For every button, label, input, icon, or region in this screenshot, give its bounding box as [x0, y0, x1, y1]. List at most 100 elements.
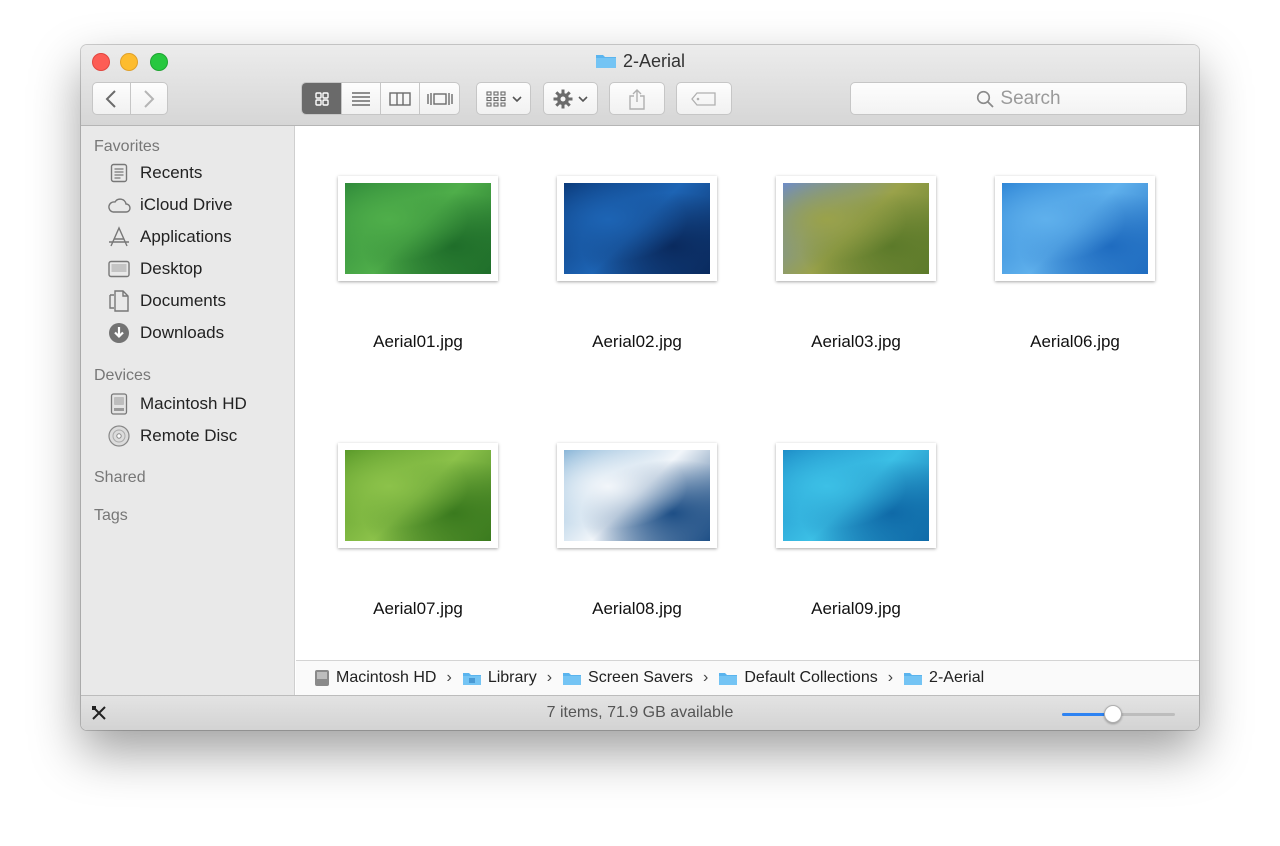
- desktop-icon: [107, 257, 131, 281]
- column-view-icon: [389, 91, 411, 106]
- share-button[interactable]: [609, 82, 665, 115]
- documents-icon: [107, 289, 131, 313]
- sidebar-item-label: iCloud Drive: [140, 195, 233, 214]
- cover-flow-view-icon: [426, 92, 453, 105]
- sidebar-heading-favorites: Favorites: [94, 138, 160, 155]
- window-title-text: 2-Aerial: [622, 51, 686, 71]
- path-item-label: Default Collections: [744, 669, 878, 686]
- path-item-label: Screen Savers: [588, 669, 693, 686]
- path-item-label: Library: [487, 669, 537, 686]
- file-name: Aerial07.jpg: [373, 599, 463, 618]
- titlebar: 2-Aerial Search: [81, 45, 1199, 126]
- sidebar-item-desktop[interactable]: Desktop: [107, 255, 202, 283]
- search-placeholder: Search: [1000, 87, 1061, 109]
- chevron-right-icon: [144, 89, 155, 108]
- file-grid: Aerial01.jpg Aerial02.jpg Aerial03.jpg A…: [296, 126, 1199, 660]
- tag-button[interactable]: [676, 82, 732, 115]
- cloud-icon: [107, 193, 131, 217]
- sidebar-item-documents[interactable]: Documents: [107, 287, 226, 315]
- search-field[interactable]: Search: [850, 82, 1187, 115]
- list-view-button[interactable]: [342, 83, 381, 114]
- path-item-label: 2-Aerial: [929, 669, 985, 686]
- sidebar-item-label: Macintosh HD: [140, 394, 247, 413]
- sidebar-item-icloud-drive[interactable]: iCloud Drive: [107, 191, 233, 219]
- sidebar-item-label: Remote Disc: [140, 426, 238, 445]
- icon-view-icon: [314, 91, 329, 106]
- thumbnail-image: [345, 183, 491, 274]
- path-separator: ›: [546, 669, 553, 686]
- path-separator: ›: [702, 669, 709, 686]
- sidebar-item-label: Recents: [140, 163, 203, 182]
- search-icon: [977, 90, 995, 108]
- path-item-library[interactable]: Library: [462, 669, 537, 687]
- gear-icon: [553, 89, 573, 108]
- path-item-default-collections[interactable]: Default Collections: [718, 669, 878, 687]
- disc-icon: [107, 424, 131, 448]
- share-icon: [629, 88, 645, 110]
- path-item-2-aerial[interactable]: 2-Aerial: [903, 669, 984, 687]
- path-separator: ›: [446, 669, 452, 686]
- file-name: Aerial01.jpg: [373, 332, 463, 351]
- path-bar: Macintosh HD › Library › Screen Savers ›…: [296, 660, 1199, 695]
- sidebar-item-applications[interactable]: Applications: [107, 223, 232, 251]
- sidebar-item-remote-disc[interactable]: Remote Disc: [107, 422, 237, 450]
- forward-button[interactable]: [131, 83, 168, 114]
- applications-icon: [107, 225, 131, 249]
- file-thumbnail: [557, 176, 717, 281]
- folder-icon: [563, 672, 582, 685]
- thumbnail-image: [1002, 183, 1148, 274]
- arrange-grid-icon: [485, 90, 506, 107]
- view-mode-control: [301, 82, 460, 115]
- path-item-screen-savers[interactable]: Screen Savers: [562, 669, 693, 687]
- list-view-icon: [352, 91, 370, 106]
- thumbnail-image: [783, 183, 929, 274]
- folder-icon: [719, 672, 738, 685]
- folder-icon: [904, 672, 923, 685]
- thumbnail-image: [783, 450, 929, 541]
- sidebar-item-recents[interactable]: Recents: [107, 159, 202, 187]
- thumbnail-image: [345, 450, 491, 541]
- sidebar-item-label: Documents: [140, 291, 226, 310]
- thumbnail-image: [564, 183, 710, 274]
- sidebar-item-downloads[interactable]: Downloads: [107, 319, 224, 347]
- sidebar-item-label: Downloads: [140, 323, 225, 342]
- file-name: Aerial03.jpg: [811, 332, 901, 351]
- chevron-down-icon: [578, 95, 588, 102]
- status-text: 7 items, 71.9 GB available: [546, 704, 734, 721]
- hard-drive-icon: [315, 670, 329, 686]
- file-thumbnail: [338, 443, 498, 548]
- sidebar-item-label: Desktop: [140, 259, 203, 278]
- file-name: Aerial02.jpg: [592, 332, 682, 351]
- file-thumbnail: [995, 176, 1155, 281]
- icon-view-button[interactable]: [302, 83, 342, 114]
- finder-window: 2-Aerial Search Favorites Recents iCloud…: [81, 45, 1199, 730]
- tag-icon: [691, 91, 716, 106]
- sidebar-item-macintosh-hd[interactable]: Macintosh HD: [107, 390, 247, 418]
- file-thumbnail: [338, 176, 498, 281]
- file-thumbnail: [776, 176, 936, 281]
- file-name: Aerial09.jpg: [811, 599, 901, 618]
- path-item-macintosh-hd[interactable]: Macintosh HD: [314, 669, 436, 687]
- folder-icon: [595, 52, 617, 74]
- sidebar-heading-tags[interactable]: Tags: [94, 507, 128, 525]
- status-bar: 7 items, 71.9 GB available: [81, 695, 1199, 730]
- file-name: Aerial08.jpg: [592, 599, 682, 618]
- hard-drive-icon: [107, 392, 131, 416]
- column-view-button[interactable]: [381, 83, 420, 114]
- path-separator: ›: [887, 669, 894, 686]
- folder-icon: [462, 672, 481, 685]
- sidebar: Favorites Recents iCloud Drive Applicati…: [81, 126, 295, 695]
- sidebar-heading-devices: Devices: [94, 367, 151, 384]
- file-name: Aerial06.jpg: [1030, 332, 1120, 351]
- path-item-label: Macintosh HD: [336, 669, 437, 686]
- chevron-left-icon: [105, 89, 116, 108]
- arrange-button[interactable]: [476, 82, 531, 115]
- action-menu-button[interactable]: [543, 82, 598, 115]
- cover-flow-view-button[interactable]: [420, 83, 459, 114]
- sidebar-heading-shared[interactable]: Shared: [94, 469, 146, 487]
- chevron-down-icon: [511, 95, 522, 102]
- back-button[interactable]: [93, 83, 131, 114]
- slider-knob[interactable]: [1104, 705, 1122, 723]
- recents-icon: [107, 161, 131, 185]
- file-thumbnail: [557, 443, 717, 548]
